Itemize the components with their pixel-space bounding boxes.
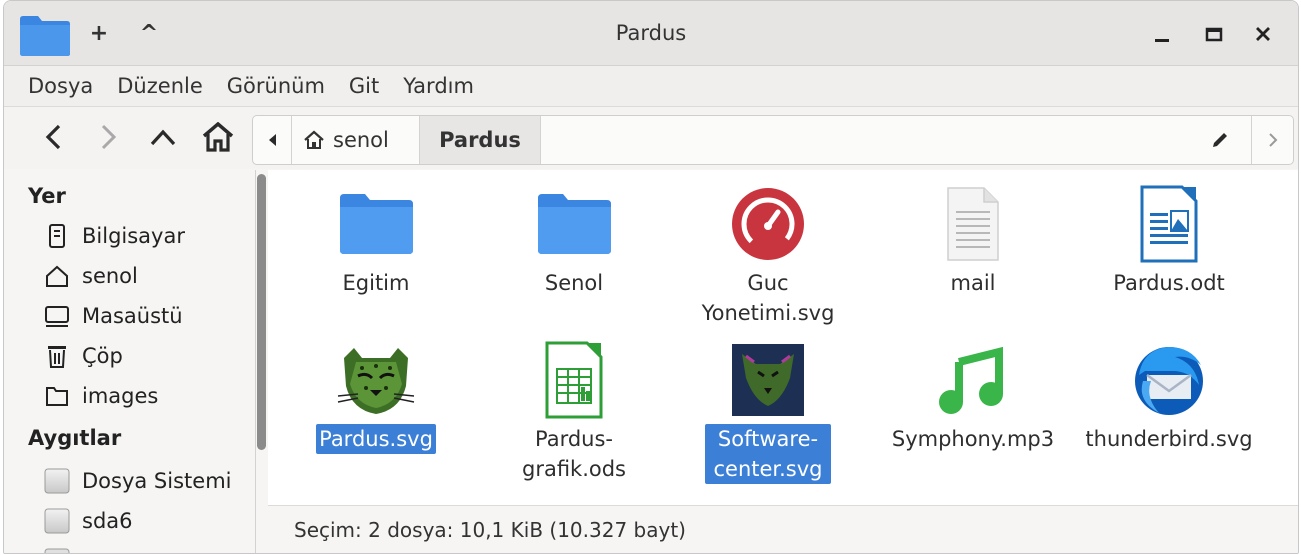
- file-item-pardus-grafik[interactable]: Pardus-grafik.ods: [486, 338, 662, 484]
- crumb-current-label: Pardus: [439, 128, 521, 152]
- thunderbird-icon: [1127, 338, 1211, 422]
- menu-dosya[interactable]: Dosya: [4, 74, 105, 98]
- home-icon: [42, 261, 72, 291]
- sidebar-item-sda6[interactable]: sda6: [42, 504, 133, 538]
- back-icon: [45, 124, 61, 150]
- computer-icon: [42, 221, 72, 251]
- sidebar-item-label: images: [82, 384, 159, 408]
- path-scroll-left-button[interactable]: [253, 116, 291, 164]
- sidebar-item-label: Çöp: [82, 344, 123, 368]
- file-item-thunderbird[interactable]: thunderbird.svg: [1081, 338, 1257, 454]
- up-button[interactable]: [143, 117, 183, 157]
- sidebar-item-partial[interactable]: [42, 544, 82, 553]
- home-icon: [304, 130, 324, 149]
- file-view: Egitim Senol Guc Yonetimi.svg mail Pardu: [268, 170, 1298, 505]
- maximize-button[interactable]: [1197, 17, 1231, 51]
- sidebar-item-bilgisayar[interactable]: Bilgisayar: [42, 219, 185, 253]
- writer-document-icon: [1127, 182, 1211, 266]
- panther-icon: [334, 338, 418, 422]
- menu-gorunum[interactable]: Görünüm: [215, 74, 337, 98]
- toolbar: senol Pardus: [4, 107, 1298, 169]
- minimize-button[interactable]: [1145, 17, 1179, 51]
- close-button[interactable]: [1246, 17, 1280, 51]
- drive-icon: [42, 546, 72, 553]
- sidebar: Yer Bilgisayar senol Masaüstü Çöp images…: [4, 170, 256, 553]
- trash-icon: [42, 341, 72, 371]
- file-name: Guc Yonetimi.svg: [701, 271, 835, 325]
- file-name: Pardus-grafik.ods: [521, 427, 626, 481]
- menu-bar: Dosya Düzenle Görünüm Git Yardım: [4, 66, 1298, 107]
- file-item-senol[interactable]: Senol: [486, 182, 662, 298]
- file-item-mail[interactable]: mail: [885, 182, 1061, 298]
- maximize-icon: [1205, 27, 1223, 42]
- devices-heading: Aygıtlar: [28, 426, 122, 450]
- places-heading: Yer: [28, 184, 66, 208]
- file-name: Egitim: [342, 271, 410, 295]
- crumb-current[interactable]: Pardus: [419, 116, 541, 164]
- drive-icon: [42, 466, 72, 496]
- folder-icon: [334, 182, 418, 266]
- power-gauge-icon: [726, 182, 810, 266]
- chevron-right-icon: [1269, 133, 1278, 147]
- file-item-software-center[interactable]: Software-center.svg: [680, 338, 856, 484]
- home-button[interactable]: [198, 117, 238, 157]
- path-separator: [291, 116, 292, 164]
- file-item-pardus-svg[interactable]: Pardus.svg: [288, 338, 464, 454]
- file-item-symphony[interactable]: Symphony.mp3: [885, 338, 1061, 454]
- forward-icon: [101, 124, 117, 150]
- selection-status: Seçim: 2 dosya: 10,1 KiB (10.327 bayt): [294, 518, 686, 542]
- sidebar-item-cop[interactable]: Çöp: [42, 339, 123, 373]
- path-bar: senol Pardus: [252, 115, 1294, 165]
- forward-button[interactable]: [88, 117, 128, 157]
- file-item-pardus-odt[interactable]: Pardus.odt: [1081, 182, 1257, 298]
- title-bar: + ^ Pardus: [4, 1, 1298, 66]
- file-name: Pardus.odt: [1113, 271, 1225, 295]
- home-icon: [202, 122, 234, 152]
- crumb-home[interactable]: senol: [303, 116, 389, 164]
- menu-duzenle[interactable]: Düzenle: [105, 74, 215, 98]
- triangle-left-icon: [269, 134, 276, 146]
- crumb-home-label: senol: [333, 128, 389, 152]
- file-item-egitim[interactable]: Egitim: [288, 182, 464, 298]
- back-button[interactable]: [34, 117, 74, 157]
- file-name: mail: [950, 271, 996, 295]
- sidebar-item-label: Masaüstü: [82, 304, 183, 328]
- edit-path-button[interactable]: [1201, 116, 1239, 164]
- sidebar-scrollbar[interactable]: [257, 174, 266, 450]
- file-item-guc-yonetimi[interactable]: Guc Yonetimi.svg: [680, 182, 856, 328]
- sidebar-item-label: Bilgisayar: [82, 224, 185, 248]
- desktop-icon: [42, 301, 72, 331]
- path-scroll-right-button[interactable]: [1254, 116, 1292, 164]
- music-note-icon: [931, 338, 1015, 422]
- folder-icon: [532, 182, 616, 266]
- file-name: Symphony.mp3: [891, 427, 1055, 451]
- file-name: thunderbird.svg: [1085, 427, 1253, 451]
- file-name: Pardus.svg: [316, 424, 436, 454]
- sidebar-item-label: Dosya Sistemi: [82, 469, 232, 493]
- pencil-icon: [1213, 133, 1227, 147]
- window-title: Pardus: [615, 21, 687, 45]
- text-file-icon: [931, 182, 1015, 266]
- menu-yardim[interactable]: Yardım: [391, 74, 486, 98]
- file-manager-window: + ^ Pardus Dosya Düzenle Görünüm Git Yar…: [3, 0, 1299, 554]
- drive-icon: [42, 506, 72, 536]
- sidebar-item-senol[interactable]: senol: [42, 259, 138, 293]
- sidebar-item-dosya-sistemi[interactable]: Dosya Sistemi: [42, 464, 231, 498]
- status-bar: Seçim: 2 dosya: 10,1 KiB (10.327 bayt): [268, 505, 1298, 553]
- sidebar-item-label: sda6: [82, 509, 133, 533]
- menu-git[interactable]: Git: [337, 74, 391, 98]
- file-name: Software-center.svg: [705, 424, 831, 484]
- sidebar-item-images[interactable]: images: [42, 379, 158, 413]
- minimize-icon: [1155, 39, 1169, 42]
- sidebar-item-masaustu[interactable]: Masaüstü: [42, 299, 183, 333]
- spreadsheet-icon: [532, 338, 616, 422]
- up-icon: [150, 129, 176, 146]
- path-separator: [1251, 116, 1252, 164]
- folder-icon: [42, 381, 72, 411]
- file-name: Senol: [544, 271, 604, 295]
- software-center-icon: [726, 338, 810, 422]
- close-icon: [1256, 27, 1270, 41]
- sidebar-item-label: senol: [82, 264, 138, 288]
